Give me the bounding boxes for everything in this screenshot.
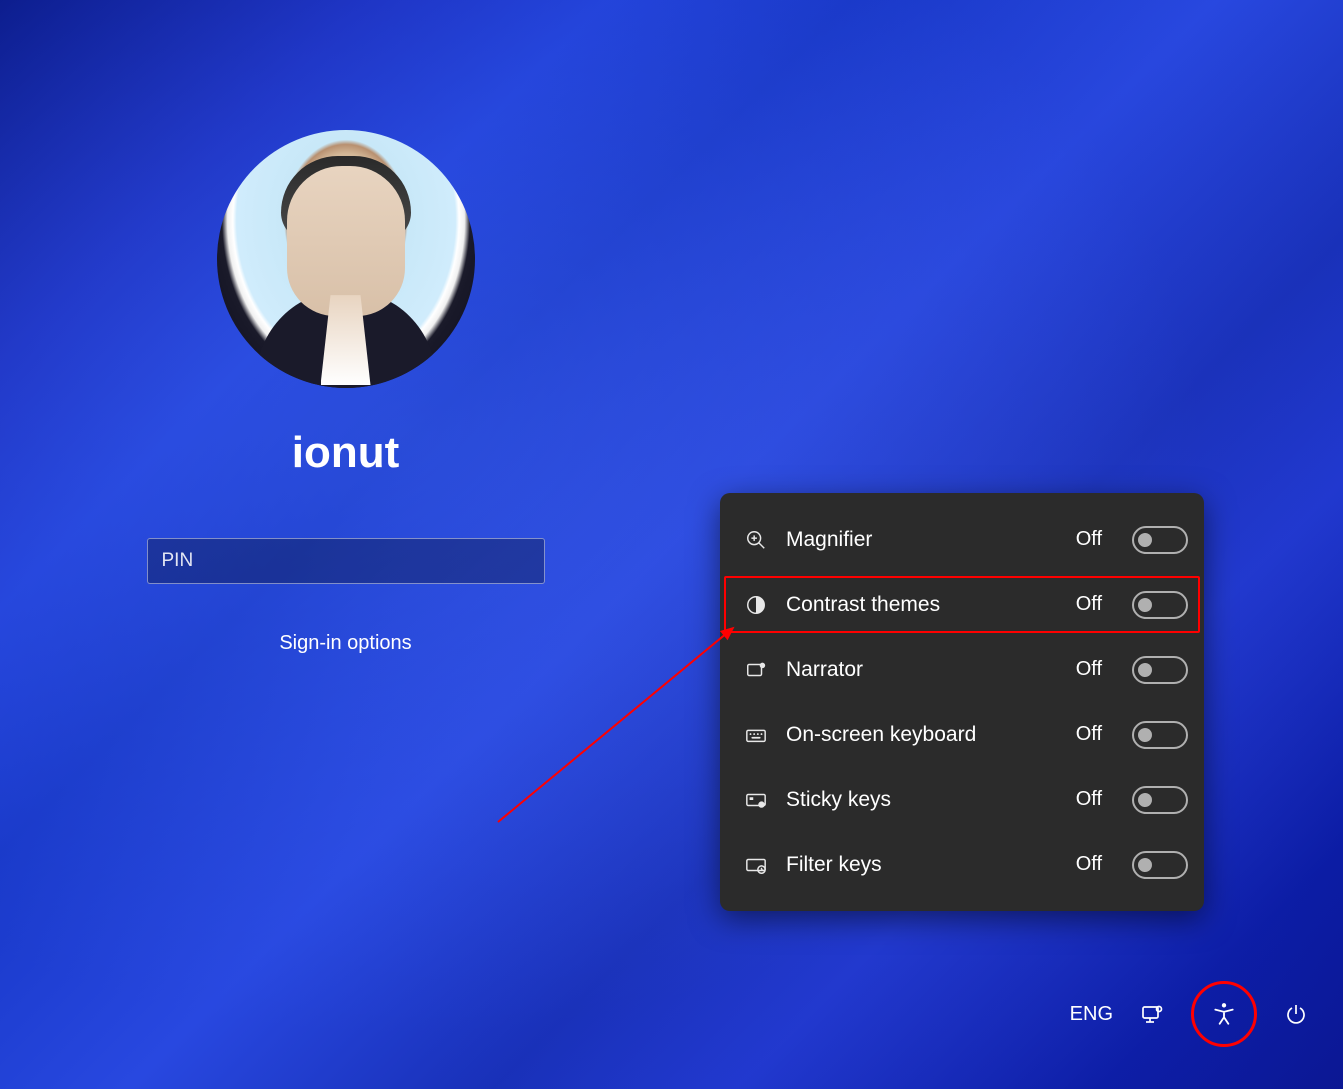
contrast-toggle[interactable] (1132, 591, 1188, 619)
accessibility-row-magnifier: Magnifier Off (720, 507, 1204, 572)
user-avatar (217, 130, 475, 388)
accessibility-row-filter: Filter keys Off (720, 832, 1204, 897)
accessibility-label: Sticky keys (786, 788, 1058, 812)
filter-keys-icon (744, 853, 768, 877)
narrator-toggle[interactable] (1132, 656, 1188, 684)
bottom-bar: ENG (1070, 981, 1309, 1047)
contrast-icon (744, 593, 768, 617)
language-selector[interactable]: ENG (1070, 1003, 1113, 1026)
login-area: ionut Sign-in options (146, 130, 546, 655)
accessibility-state: Off (1076, 853, 1102, 876)
accessibility-label: On-screen keyboard (786, 723, 1058, 747)
accessibility-row-narrator: Narrator Off (720, 637, 1204, 702)
osk-toggle[interactable] (1132, 721, 1188, 749)
sticky-toggle[interactable] (1132, 786, 1188, 814)
username-label: ionut (292, 428, 400, 478)
power-icon[interactable] (1283, 1001, 1309, 1027)
signin-options-link[interactable]: Sign-in options (279, 632, 411, 655)
magnifier-toggle[interactable] (1132, 526, 1188, 554)
accessibility-panel: Magnifier Off Contrast themes Off Narrat… (720, 493, 1204, 911)
accessibility-row-contrast: Contrast themes Off (720, 572, 1204, 637)
narrator-icon (744, 658, 768, 682)
accessibility-button[interactable] (1191, 981, 1257, 1047)
magnifier-icon (744, 528, 768, 552)
accessibility-state: Off (1076, 528, 1102, 551)
keyboard-icon (744, 723, 768, 747)
accessibility-row-sticky: Sticky keys Off (720, 767, 1204, 832)
accessibility-label: Narrator (786, 658, 1058, 682)
accessibility-row-osk: On-screen keyboard Off (720, 702, 1204, 767)
accessibility-state: Off (1076, 593, 1102, 616)
pin-input[interactable] (147, 538, 545, 584)
accessibility-label: Contrast themes (786, 593, 1058, 617)
network-icon[interactable] (1139, 1001, 1165, 1027)
accessibility-label: Magnifier (786, 528, 1058, 552)
accessibility-state: Off (1076, 788, 1102, 811)
accessibility-state: Off (1076, 723, 1102, 746)
accessibility-state: Off (1076, 658, 1102, 681)
sticky-keys-icon (744, 788, 768, 812)
filter-toggle[interactable] (1132, 851, 1188, 879)
accessibility-label: Filter keys (786, 853, 1058, 877)
